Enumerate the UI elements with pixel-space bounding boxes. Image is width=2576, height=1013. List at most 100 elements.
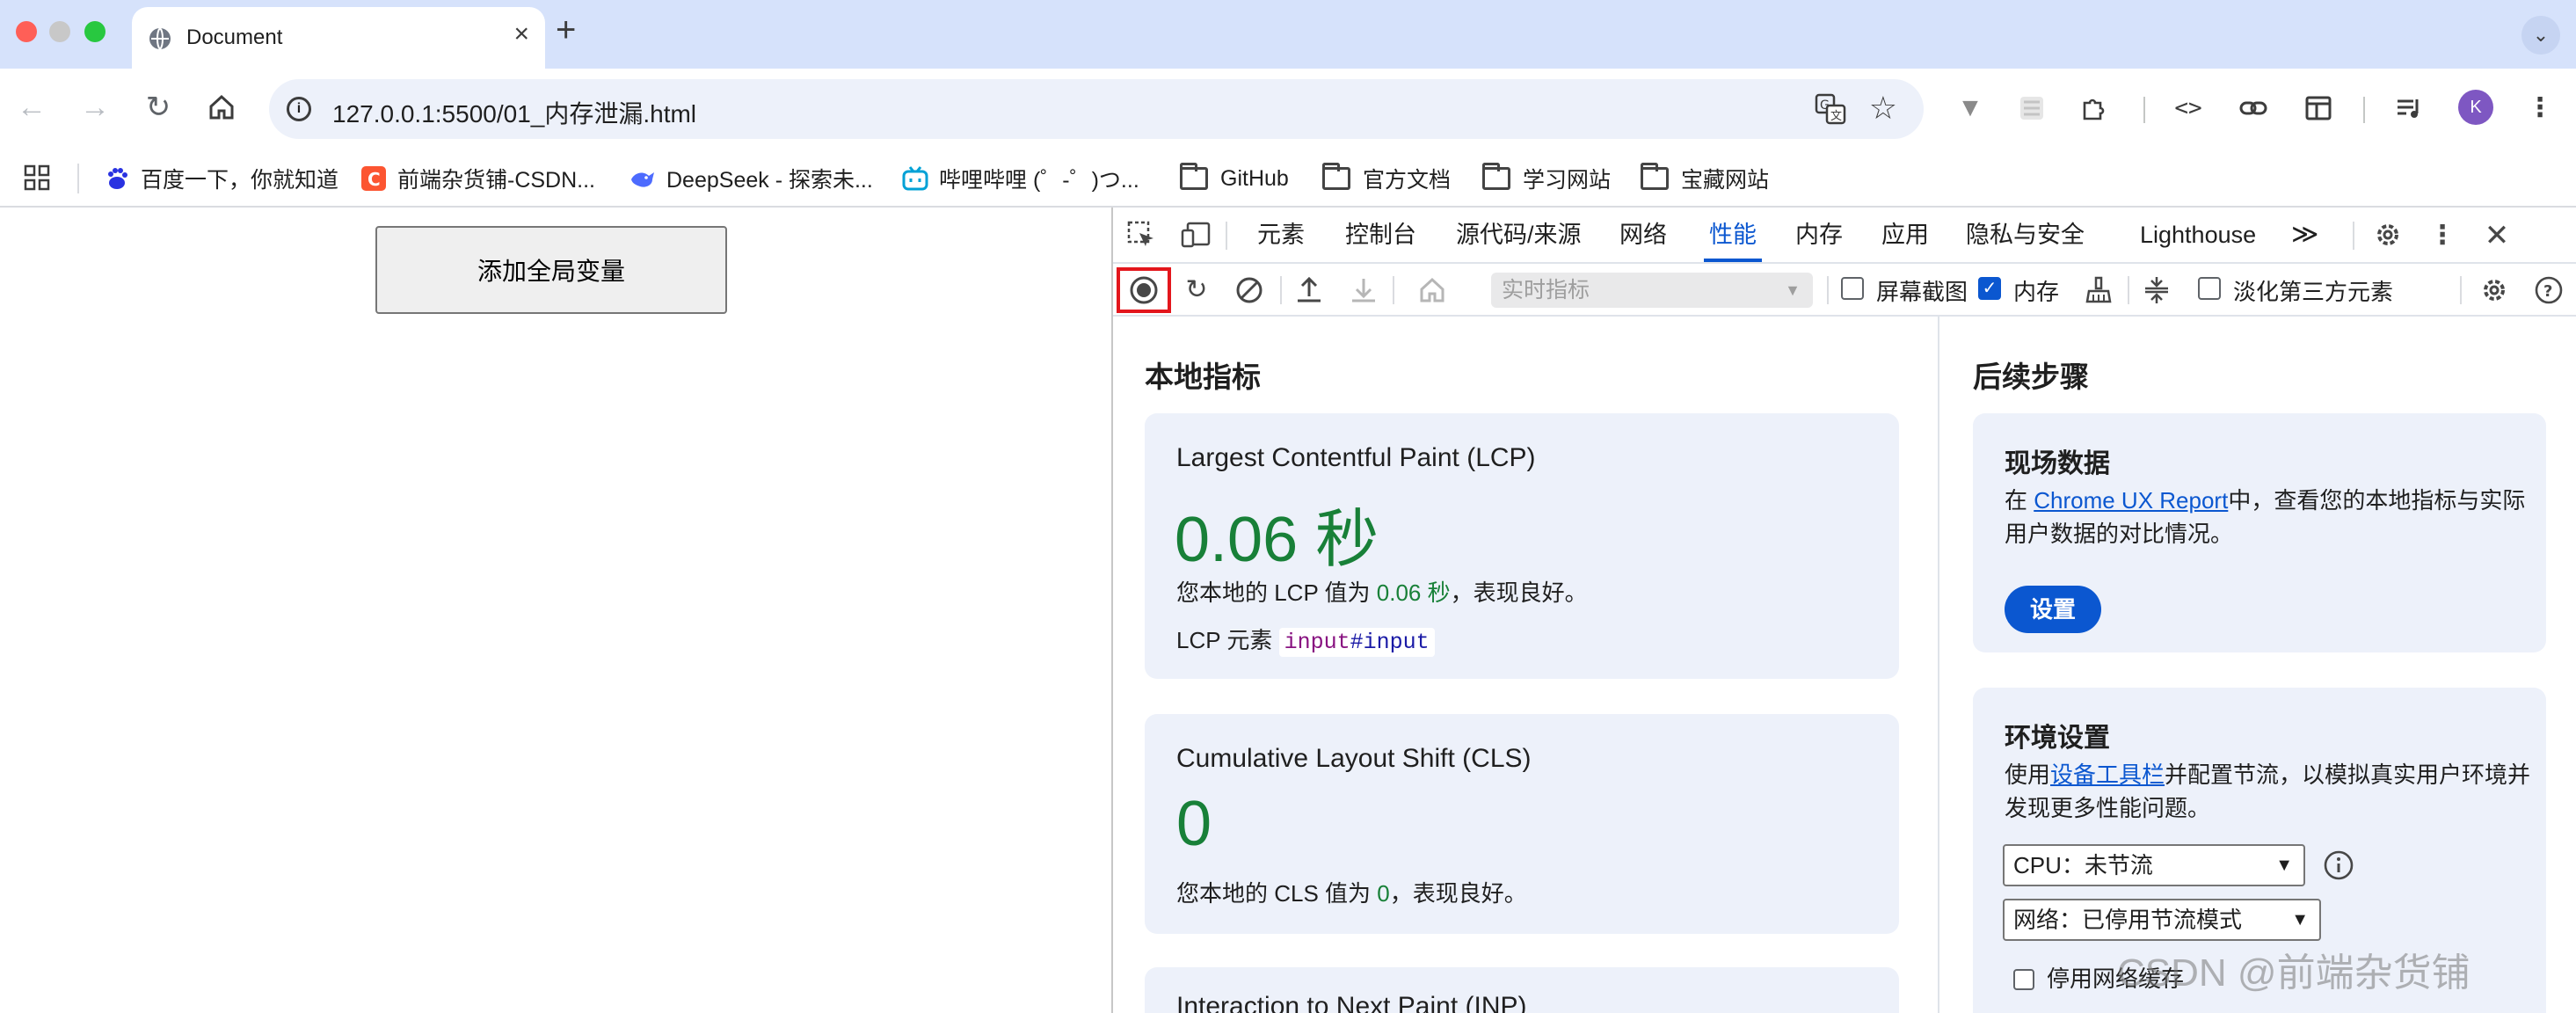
cls-metric-name: Cumulative Layout Shift (CLS) bbox=[1176, 744, 1532, 773]
tab-divider bbox=[2353, 222, 2354, 250]
screenshot-checkbox[interactable] bbox=[1841, 277, 1864, 300]
lcp-metric-name: Largest Contentful Paint (LCP) bbox=[1176, 443, 1536, 472]
record-icon[interactable] bbox=[1127, 273, 1161, 307]
bookmark-deepseek[interactable]: DeepSeek - 探索未... bbox=[629, 162, 873, 195]
back-icon[interactable]: ← bbox=[11, 86, 53, 128]
tab-sources[interactable]: 源代码/来源 bbox=[1456, 208, 1582, 262]
bookmark-label: 前端杂货铺-CSDN... bbox=[397, 168, 596, 193]
bookmark-bilibili[interactable]: 哔哩哔哩 (゜-゜)つ... bbox=[902, 162, 1139, 195]
memory-checkbox[interactable]: ✓ bbox=[1978, 277, 2001, 300]
svg-text:C: C bbox=[367, 169, 381, 190]
chevron-down-icon: ▼ bbox=[2275, 856, 2293, 875]
more-tabs-icon[interactable]: ≫ bbox=[2291, 208, 2318, 262]
bookmark-baidu[interactable]: 百度一下，你就知道 bbox=[104, 162, 338, 195]
tab-network[interactable]: 网络 bbox=[1619, 208, 1667, 262]
cpu-throttling-select[interactable]: CPU：未节流 ▼ bbox=[2003, 844, 2305, 886]
disable-cache-checkbox[interactable] bbox=[2013, 969, 2034, 990]
url-text[interactable]: 127.0.0.1:5500/01_内存泄漏.html bbox=[332, 95, 696, 130]
browser-menu-icon[interactable]: ⋮ bbox=[2523, 91, 2557, 125]
forward-icon[interactable]: → bbox=[74, 86, 116, 128]
minimize-window-button[interactable] bbox=[49, 21, 70, 42]
tab-performance[interactable]: 性能 bbox=[1704, 208, 1762, 262]
tab-search-button[interactable]: ⌄ bbox=[2521, 16, 2560, 55]
site-info-icon[interactable]: i bbox=[287, 97, 311, 121]
browser-tab[interactable]: Document × bbox=[132, 7, 545, 69]
new-tab-button[interactable]: + bbox=[556, 12, 576, 47]
inp-metric-name: Interaction to Next Paint (INP) bbox=[1176, 992, 1527, 1013]
bookmark-folder-treasure[interactable]: 宝藏网站 bbox=[1641, 162, 1769, 195]
setup-button[interactable]: 设置 bbox=[2005, 586, 2101, 633]
dim-third-party-checkbox[interactable] bbox=[2198, 277, 2221, 300]
memory-label: 内存 bbox=[2013, 279, 2060, 305]
capture-settings-gear-icon[interactable] bbox=[2478, 273, 2511, 307]
devtools-tab-bar: 元素 控制台 源代码/来源 网络 性能 内存 应用 隐私与安全 Lighthou… bbox=[1113, 208, 2576, 264]
lcp-description: 您本地的 LCP 值为 0.06 秒，表现良好。 bbox=[1176, 575, 1588, 608]
tab-application[interactable]: 应用 bbox=[1881, 208, 1929, 262]
extension-v-icon[interactable]: ▼ bbox=[1954, 91, 1987, 125]
devtools-menu-icon[interactable]: ⋮ bbox=[2427, 220, 2458, 251]
broom-garbage-collect-icon[interactable] bbox=[2082, 273, 2115, 307]
folder-icon bbox=[1322, 163, 1350, 190]
reload-icon[interactable]: ↻ bbox=[137, 86, 179, 128]
profile-avatar[interactable]: K bbox=[2458, 90, 2493, 125]
chrome-ux-report-link[interactable]: Chrome UX Report bbox=[2034, 487, 2228, 514]
help-icon[interactable]: ? bbox=[2532, 273, 2565, 307]
field-data-title: 现场数据 bbox=[2005, 449, 2110, 478]
close-devtools-icon[interactable]: ✕ bbox=[2481, 220, 2513, 251]
lcp-desc-value: 0.06 秒 bbox=[1376, 579, 1451, 606]
tab-memory[interactable]: 内存 bbox=[1795, 208, 1843, 262]
download-profile-icon[interactable] bbox=[1347, 273, 1380, 307]
field-data-text-before: 在 bbox=[2005, 487, 2034, 514]
network-throttling-select[interactable]: 网络：已停用节流模式 ▼ bbox=[2003, 899, 2321, 941]
tab-divider bbox=[1226, 222, 1227, 250]
translate-icon[interactable]: G 文 bbox=[1815, 93, 1846, 125]
cls-desc-suffix: ，表现良好。 bbox=[1389, 880, 1527, 907]
screenshot-label: 屏幕截图 bbox=[1876, 279, 1968, 305]
metric-select[interactable]: 实时指标 ▼ bbox=[1491, 273, 1813, 308]
device-toolbar-icon[interactable] bbox=[1180, 220, 1212, 251]
devtools-settings-gear-icon[interactable] bbox=[2372, 220, 2404, 251]
cls-description: 您本地的 CLS 值为 0，表现良好。 bbox=[1176, 876, 1527, 908]
bookmarks-divider bbox=[77, 164, 79, 193]
bookmark-star-icon[interactable]: ☆ bbox=[1869, 90, 1897, 127]
field-data-card: 现场数据 在 Chrome UX Report中，查看您的本地指标与实际用户数据… bbox=[1973, 413, 2546, 652]
lcp-value: 0.06 秒 bbox=[1175, 505, 1379, 575]
code-brackets-icon[interactable]: <> bbox=[2172, 91, 2205, 125]
tab-console[interactable]: 控制台 bbox=[1345, 208, 1416, 262]
home-icon[interactable] bbox=[200, 86, 243, 128]
bookmark-folder-learning[interactable]: 学习网站 bbox=[1482, 162, 1611, 195]
toolbar-separator bbox=[2460, 276, 2462, 304]
link-icon[interactable] bbox=[2237, 91, 2270, 125]
media-queue-icon[interactable] bbox=[2393, 91, 2427, 125]
maximize-window-button[interactable] bbox=[84, 21, 106, 42]
cls-desc-value: 0 bbox=[1377, 880, 1390, 907]
apps-grid-icon[interactable] bbox=[23, 164, 51, 196]
clear-icon[interactable] bbox=[1233, 273, 1266, 307]
extension-grid-icon[interactable] bbox=[2015, 91, 2048, 125]
toolbar-separator bbox=[2128, 276, 2129, 304]
local-metrics-title: 本地指标 bbox=[1145, 361, 1261, 393]
tab-lighthouse[interactable]: Lighthouse bbox=[2140, 208, 2256, 262]
side-panel-icon[interactable] bbox=[2302, 91, 2335, 125]
home-icon[interactable] bbox=[1415, 273, 1449, 307]
add-global-variable-button[interactable]: 添加全局变量 bbox=[375, 226, 727, 314]
collapse-tracks-icon[interactable] bbox=[2140, 273, 2173, 307]
bookmark-folder-github[interactable]: GitHub bbox=[1180, 162, 1289, 195]
lcp-element-label: LCP 元素 bbox=[1176, 627, 1273, 653]
close-window-button[interactable] bbox=[16, 21, 37, 42]
tab-elements[interactable]: 元素 bbox=[1257, 208, 1305, 262]
extensions-puzzle-icon[interactable] bbox=[2077, 91, 2110, 125]
address-bar[interactable]: i 127.0.0.1:5500/01_内存泄漏.html G 文 ☆ bbox=[269, 79, 1924, 139]
bookmark-label: 官方文档 bbox=[1363, 168, 1452, 193]
close-tab-icon[interactable]: × bbox=[513, 21, 529, 47]
upload-profile-icon[interactable] bbox=[1292, 273, 1326, 307]
inspect-element-icon[interactable] bbox=[1125, 220, 1157, 251]
cpu-info-icon[interactable] bbox=[2323, 849, 2354, 885]
lcp-element-node[interactable]: input#input bbox=[1278, 628, 1435, 657]
tab-privacy-security[interactable]: 隐私与安全 bbox=[1966, 208, 2085, 262]
bookmark-folder-docs[interactable]: 官方文档 bbox=[1322, 162, 1451, 195]
reload-record-icon[interactable]: ↻ bbox=[1180, 273, 1213, 307]
bookmark-csdn[interactable]: C 前端杂货铺-CSDN... bbox=[360, 162, 595, 195]
bookmark-label: 学习网站 bbox=[1523, 168, 1612, 193]
device-toolbar-link[interactable]: 设备工具栏 bbox=[2050, 762, 2165, 788]
